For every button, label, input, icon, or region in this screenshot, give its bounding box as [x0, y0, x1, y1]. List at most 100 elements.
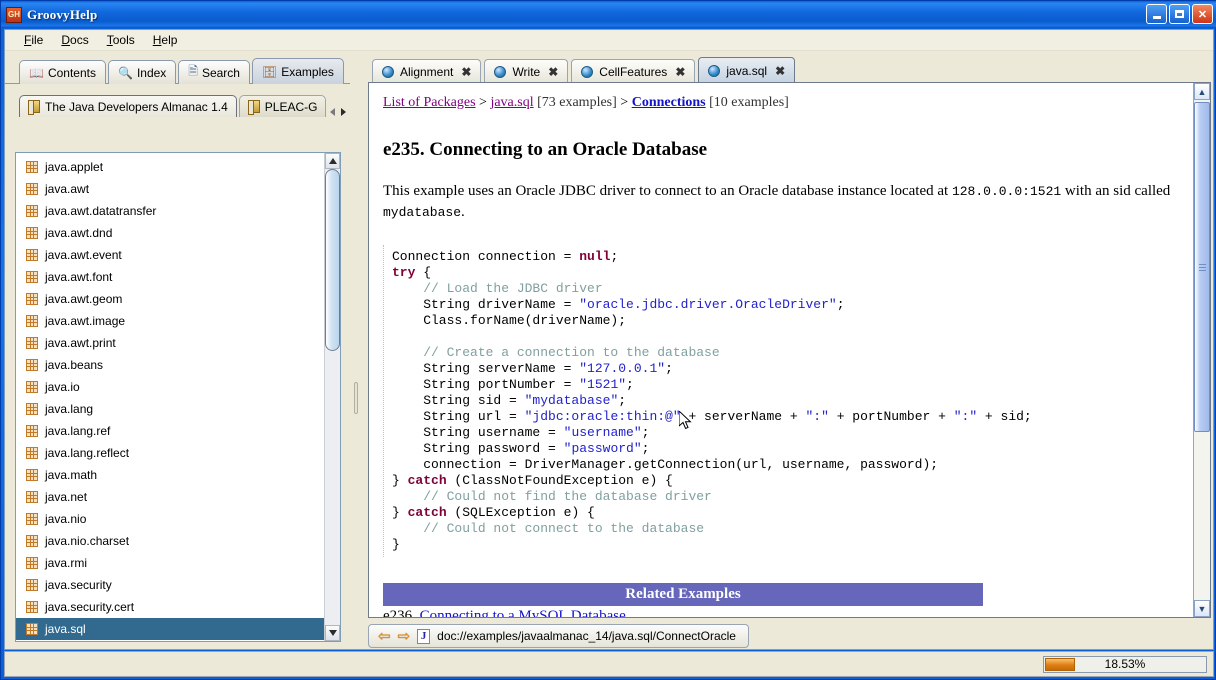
package-icon [26, 579, 38, 591]
package-icon [26, 227, 38, 239]
tree-item[interactable]: java.awt.image [16, 310, 324, 332]
code-token-cmt: // Create a connection to the database [392, 345, 720, 360]
tree-item[interactable]: java.lang [16, 398, 324, 420]
close-tab-icon[interactable]: ✖ [548, 65, 558, 79]
close-tab-icon[interactable]: ✖ [675, 65, 685, 79]
scroll-right-icon[interactable] [341, 108, 346, 116]
code-token-str: "username" [563, 425, 642, 440]
tree-item-label: java.applet [45, 160, 104, 174]
doc-scroll-up-button[interactable]: ▲ [1194, 83, 1210, 100]
tree-item[interactable]: java.awt [16, 178, 324, 200]
tree-item[interactable]: java.nio [16, 508, 324, 530]
splitter-grip[interactable] [354, 382, 358, 414]
tree-item[interactable]: java.awt.geom [16, 288, 324, 310]
tree-item[interactable]: java.beans [16, 354, 324, 376]
document-tab[interactable]: java.sql ✖ [698, 57, 796, 83]
close-tab-icon[interactable]: ✖ [775, 64, 785, 78]
scroll-left-icon[interactable] [330, 108, 335, 116]
document-tab[interactable]: CellFeatures ✖ [571, 59, 696, 83]
code-line: // Could not find the database driver [392, 489, 1179, 505]
package-icon [26, 161, 38, 173]
tree-item[interactable]: java.math [16, 464, 324, 486]
tree-item-label: java.lang.reflect [45, 446, 130, 460]
tree-item[interactable]: java.awt.datatransfer [16, 200, 324, 222]
code-line: String password = "password"; [392, 441, 1179, 457]
code-token-cmt: // Could not find the database driver [392, 489, 712, 504]
globe-icon [494, 65, 507, 78]
breadcrumb-root[interactable]: List of Packages [383, 95, 476, 110]
breadcrumb-section[interactable]: Connections [632, 95, 706, 110]
document-tab-label: Alignment [400, 64, 454, 79]
doc-scroll-thumb[interactable] [1194, 102, 1210, 432]
close-button[interactable]: ✕ [1192, 4, 1213, 24]
close-tab-icon[interactable]: ✖ [461, 65, 471, 79]
document-tab-label: java.sql [726, 63, 768, 78]
tree-item[interactable]: java.applet [16, 156, 324, 178]
tree-item[interactable]: java.rmi [16, 552, 324, 574]
tree-item[interactable]: java.security [16, 574, 324, 596]
package-tree-scrollbar[interactable] [324, 153, 340, 641]
forward-icon[interactable]: ⇨ [398, 627, 411, 645]
menu-file[interactable]: FFileile [15, 31, 52, 49]
tree-item-label: java.security [45, 578, 112, 592]
address-bar[interactable]: ⇦ ⇨ J doc://examples/javaalmanac_14/java… [368, 624, 749, 648]
code-token-plain: Connection connection = [392, 249, 580, 264]
scroll-down-button[interactable] [325, 625, 340, 641]
document-tab[interactable]: Alignment ✖ [372, 59, 482, 83]
tree-item[interactable]: java.awt.print [16, 332, 324, 354]
tree-item-label: java.awt [45, 182, 90, 196]
code-token-plain: String sid = [392, 393, 525, 408]
scroll-up-button[interactable] [325, 153, 340, 169]
panel-splitter[interactable] [350, 52, 362, 649]
tree-item[interactable]: java.net [16, 486, 324, 508]
progress-label: 18.53% [1104, 657, 1146, 671]
right-panel: Alignment ✖ Write ✖ CellFeatures ✖ java.sql ✖ L… [362, 52, 1213, 649]
package-tree[interactable]: java.applet java.awt java.awt.datatransfer… [16, 153, 324, 641]
package-icon [26, 183, 38, 195]
tab-index[interactable]: 🔍 Index [107, 60, 177, 84]
document-scrollbar[interactable]: ▲ ▼ [1193, 83, 1210, 617]
left-panel: 📖 Contents 🔍 Index 🗎 Search 🗄 Examples T… [5, 52, 350, 649]
tree-item[interactable]: java.awt.event [16, 244, 324, 266]
menu-help[interactable]: Help [144, 31, 187, 49]
minimize-button[interactable] [1146, 4, 1167, 24]
tree-item[interactable]: java.text [16, 640, 324, 641]
menu-docs[interactable]: Docs [52, 31, 97, 49]
code-token-plain: ; [836, 297, 845, 312]
breadcrumb-sep2: > [616, 95, 632, 110]
doc-scroll-track[interactable] [1194, 100, 1210, 600]
doc-scroll-down-button[interactable]: ▼ [1194, 600, 1210, 617]
tree-item[interactable]: java.nio.charset [16, 530, 324, 552]
code-token-str: "mydatabase" [524, 393, 619, 408]
book-tab-java-almanac[interactable]: The Java Developers Almanac 1.4 [19, 95, 237, 117]
tab-search[interactable]: 🗎 Search [178, 60, 250, 84]
tree-item[interactable]: java.awt.font [16, 266, 324, 288]
tree-item[interactable]: java.lang.ref [16, 420, 324, 442]
book-tab-pleac[interactable]: PLEAC-G [238, 95, 327, 117]
scroll-thumb[interactable] [325, 169, 340, 351]
back-icon[interactable]: ⇦ [378, 627, 391, 645]
tab-index-label: Index [136, 65, 167, 80]
document-tab[interactable]: Write ✖ [484, 59, 569, 83]
tree-item-label: java.awt.font [45, 270, 113, 284]
code-line: } catch (SQLException e) { [392, 505, 1179, 521]
menu-tools[interactable]: Tools [98, 31, 144, 49]
code-token-plain: String serverName = [392, 361, 580, 376]
tree-item[interactable]: java.security.cert [16, 596, 324, 618]
book-tab-strip: The Java Developers Almanac 1.4 PLEAC-G [5, 91, 350, 117]
code-token-kw: catch [407, 473, 447, 488]
maximize-button[interactable] [1169, 4, 1190, 24]
tab-contents[interactable]: 📖 Contents [19, 60, 106, 84]
related-example-link[interactable]: Connecting to a MySQL Database [420, 608, 626, 617]
code-line: String url = "jdbc:oracle:thin:@" + serv… [392, 409, 1179, 425]
tree-item[interactable]: java.awt.dnd [16, 222, 324, 244]
breadcrumb-package[interactable]: java.sql [490, 95, 533, 110]
code-token-kw: null [579, 249, 611, 264]
tree-item[interactable]: java.io [16, 376, 324, 398]
code-line: // Could not connect to the database [392, 521, 1179, 537]
tab-examples[interactable]: 🗄 Examples [251, 58, 344, 84]
scroll-track[interactable] [325, 169, 340, 625]
tree-item[interactable]: java.sql [16, 618, 324, 640]
tree-item[interactable]: java.lang.reflect [16, 442, 324, 464]
tree-item-label: java.beans [45, 358, 104, 372]
